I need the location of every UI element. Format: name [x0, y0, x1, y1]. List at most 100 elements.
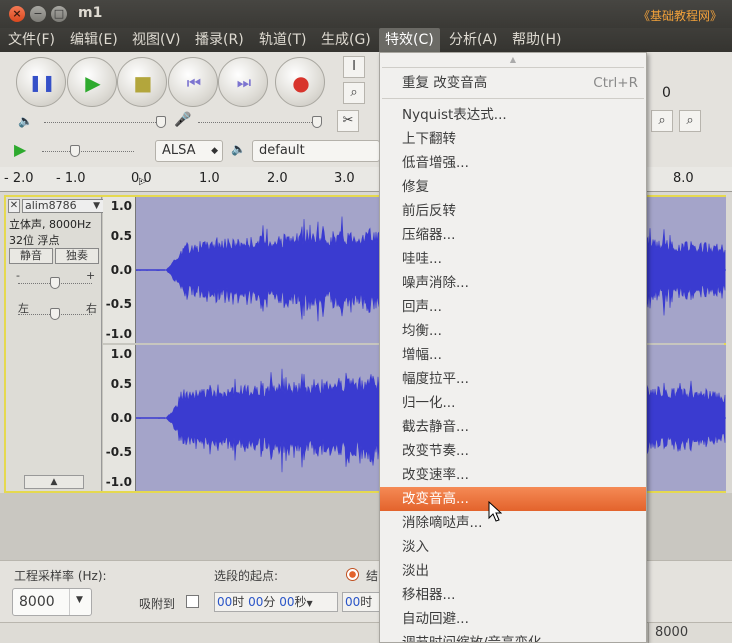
menu-item-effect[interactable]: 自动回避...: [380, 607, 646, 631]
gain-min-label: -: [16, 269, 20, 282]
project-rate-label: 工程采样率 (Hz):: [14, 569, 107, 583]
effect-menu-dropdown: ▲ 重复 改变音高 Ctrl+R Nyquist表达式... 上下翻转 低音增强...…: [379, 52, 647, 643]
menu-view[interactable]: 视图(V): [126, 28, 187, 52]
track-close-button[interactable]: ✕: [8, 199, 20, 213]
close-window-button[interactable]: ×: [9, 6, 25, 22]
menu-item-effect[interactable]: 哇哇...: [380, 247, 646, 271]
play-at-speed-icon[interactable]: ▶: [14, 140, 26, 159]
menu-item-effect[interactable]: Nyquist表达式...: [380, 103, 646, 127]
pause-icon: ❚❚: [28, 73, 56, 92]
skip-end-button[interactable]: ⏭: [218, 57, 268, 107]
fit-tool[interactable]: ⌕: [679, 110, 701, 132]
collapse-track-button[interactable]: ▲: [24, 475, 84, 489]
track-bitdepth-info: 32位 浮点: [9, 234, 60, 247]
recording-volume-slider[interactable]: [198, 122, 318, 123]
snap-to-label: 吸附到: [139, 597, 176, 611]
track-format-info: 立体声, 8000Hz: [9, 218, 92, 231]
menu-item-effect[interactable]: 前后反转: [380, 199, 646, 223]
cut-tool[interactable]: ✂: [337, 110, 359, 132]
microphone-icon: 🎤: [174, 112, 192, 128]
playback-volume-thumb[interactable]: [156, 116, 166, 128]
menu-item-effect[interactable]: 回声...: [380, 295, 646, 319]
menu-item-effect[interactable]: 低音增强...: [380, 151, 646, 175]
menu-analyze[interactable]: 分析(A): [443, 28, 504, 52]
menu-item-effect[interactable]: 归一化...: [380, 391, 646, 415]
skip-end-icon: ⏭: [236, 73, 252, 92]
i-beam-icon: I: [352, 59, 356, 74]
fit-icon: ⌕: [686, 113, 694, 128]
playback-volume-slider[interactable]: [44, 122, 164, 123]
menu-tracks[interactable]: 轨道(T): [253, 28, 312, 52]
zoom-tool[interactable]: ⌕: [343, 82, 365, 104]
output-device-select[interactable]: default: [252, 140, 380, 162]
stop-button[interactable]: ■: [117, 57, 167, 107]
ruler-label: 2.0: [267, 171, 288, 186]
scroll-up-icon[interactable]: ▲: [380, 55, 646, 64]
track-name-menu[interactable]: alim8786 ▼: [22, 199, 104, 213]
snap-to-checkbox[interactable]: [186, 595, 199, 608]
dropdown-icon: ▼: [76, 595, 83, 605]
pan-thumb[interactable]: [50, 308, 60, 320]
menu-edit[interactable]: 编辑(E): [64, 28, 124, 52]
host-select[interactable]: ALSA ◆: [155, 140, 223, 162]
selection-start-time[interactable]: 00时 00分 00秒▼: [214, 592, 338, 612]
skip-start-button[interactable]: ⏮: [168, 57, 218, 107]
selection-tool[interactable]: I: [343, 56, 365, 78]
gain-max-label: +: [86, 269, 96, 282]
menu-item-effect[interactable]: 上下翻转: [380, 127, 646, 151]
updown-icon: ◆: [211, 146, 218, 156]
menu-item-effect[interactable]: 改变速率...: [380, 463, 646, 487]
selection-end-time[interactable]: 00时: [342, 592, 380, 612]
gain-thumb[interactable]: [50, 277, 60, 289]
window-title: m1: [78, 5, 103, 21]
scale-label: 0.5: [110, 229, 132, 243]
mouse-cursor-icon: [488, 501, 502, 522]
scale-label: 0.5: [110, 377, 132, 391]
menu-generate[interactable]: 生成(G): [315, 28, 377, 52]
pause-button[interactable]: ❚❚: [16, 57, 66, 107]
menu-item-effect[interactable]: 淡出: [380, 559, 646, 583]
menu-transport[interactable]: 播录(R): [189, 28, 250, 52]
play-button[interactable]: ▶: [67, 57, 117, 107]
zoom-in-tool[interactable]: ⌕: [651, 110, 673, 132]
menu-help[interactable]: 帮助(H): [506, 28, 567, 52]
menu-file[interactable]: 文件(F): [2, 28, 61, 52]
amplitude-scale-top: 1.0 0.5 0.0 -0.5 -1.0: [103, 197, 136, 343]
ruler-label: - 1.0: [56, 171, 86, 186]
end-radio[interactable]: [346, 568, 359, 581]
menu-item-effect[interactable]: 淡入: [380, 535, 646, 559]
menu-item-effect[interactable]: 改变音高...: [380, 487, 646, 511]
project-rate-combo[interactable]: 8000 ▼: [12, 588, 92, 616]
menu-item-effect[interactable]: 修复: [380, 175, 646, 199]
title-bar: × − □ m1 《基础教程网》: [0, 0, 732, 28]
mute-button[interactable]: 静音: [9, 248, 53, 264]
menu-item-effect[interactable]: 调节时间缩放/音高变化...: [380, 631, 646, 642]
menu-item-effect[interactable]: 均衡...: [380, 319, 646, 343]
menu-item-effect[interactable]: 幅度拉平...: [380, 367, 646, 391]
record-button[interactable]: ●: [275, 57, 325, 107]
scale-label: 0.0: [110, 263, 132, 277]
zoom-icon: ⌕: [350, 85, 358, 100]
menu-item-effect[interactable]: 移相器...: [380, 583, 646, 607]
menu-item-repeat-effect[interactable]: 重复 改变音高 Ctrl+R: [380, 71, 646, 95]
audacity-window: × − □ m1 《基础教程网》 文件(F) 编辑(E) 视图(V) 播录(R)…: [0, 0, 732, 643]
end-label: 结: [366, 569, 379, 583]
menu-item-effect[interactable]: 噪声消除...: [380, 271, 646, 295]
menu-item-effect[interactable]: 消除嘀哒声...: [380, 511, 646, 535]
scale-label: -1.0: [105, 475, 132, 489]
play-speed-slider[interactable]: [42, 151, 134, 152]
menu-item-effect[interactable]: 截去静音...: [380, 415, 646, 439]
skip-start-icon: ⏮: [186, 73, 202, 92]
solo-button[interactable]: 独奏: [55, 248, 99, 264]
play-icon: ▶: [85, 71, 101, 95]
play-speed-thumb[interactable]: [70, 145, 80, 157]
menu-effect[interactable]: 特效(C): [379, 28, 440, 52]
maximize-window-button[interactable]: □: [51, 6, 67, 22]
recording-volume-thumb[interactable]: [312, 116, 322, 128]
menu-item-effect[interactable]: 压缩器...: [380, 223, 646, 247]
menu-item-effect[interactable]: 增幅...: [380, 343, 646, 367]
menu-item-effect[interactable]: 改变节奏...: [380, 439, 646, 463]
minimize-window-button[interactable]: −: [30, 6, 46, 22]
meter-value: 0: [662, 85, 671, 101]
dropdown-icon: ▼: [93, 201, 100, 211]
